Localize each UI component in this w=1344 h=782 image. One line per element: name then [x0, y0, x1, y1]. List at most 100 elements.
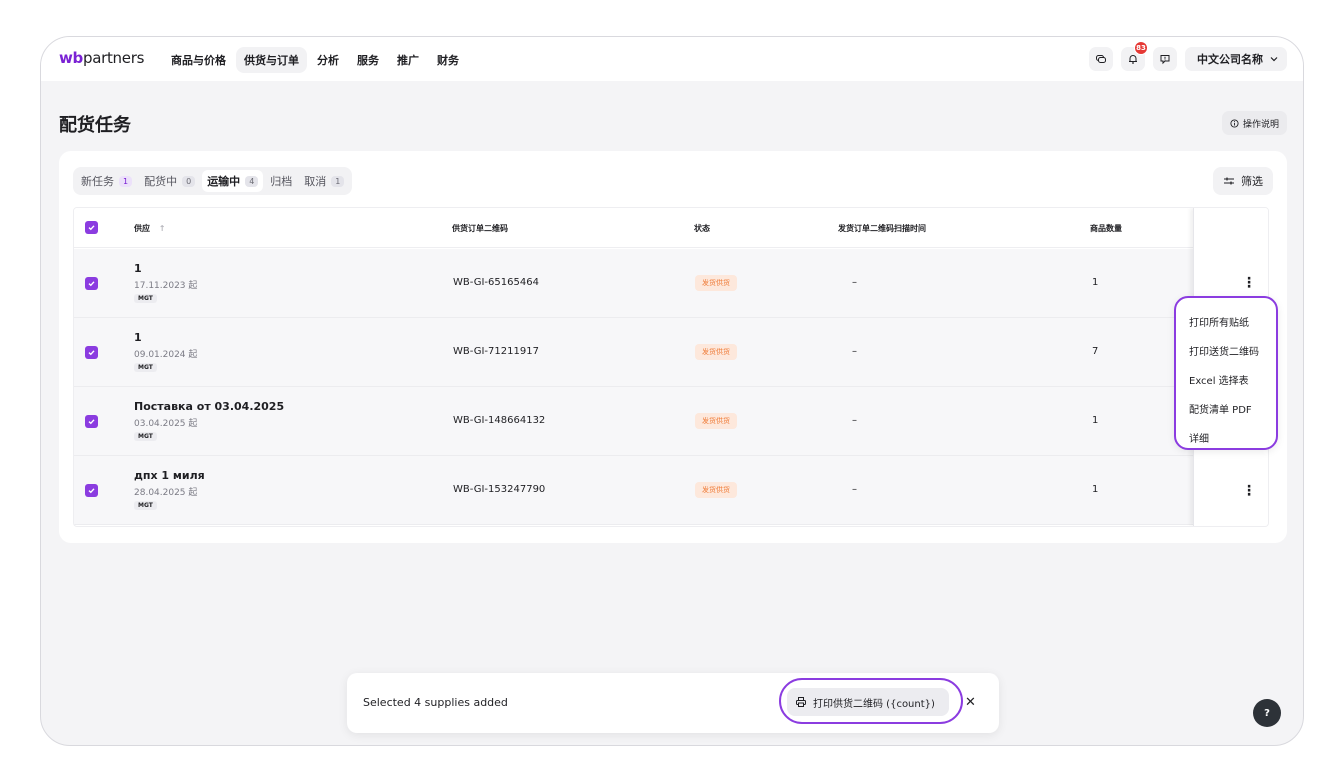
scan-time-cell: –	[852, 415, 857, 426]
help-button-label: 操作说明	[1242, 119, 1279, 130]
supply-tag: MGT	[134, 363, 157, 372]
tab-new[interactable]: 新任务 1	[76, 170, 137, 192]
wbpartners-logo[interactable]: wbpartners	[59, 49, 144, 67]
close-icon[interactable]: ✕	[965, 695, 976, 710]
row-actions-kebab-icon[interactable]: ⋮	[1241, 483, 1257, 499]
tasks-card: 新任务 1 配货中 0 运输中 4 归档 取消 1 筛选 供应 ↑ 供货订单二维…	[59, 151, 1287, 543]
qr-code-cell: WB-GI-153247790	[453, 484, 546, 495]
filter-label: 筛选	[1241, 175, 1263, 188]
sliders-icon	[1224, 177, 1234, 185]
row-checkbox[interactable]	[85, 346, 98, 359]
table-row[interactable]: Поставка от 03.04.2025 03.04.2025 起 MGT …	[74, 387, 1268, 456]
page-title: 配货任务	[59, 115, 131, 136]
status-badge: 发货供货	[695, 344, 737, 360]
toast-message: Selected 4 supplies added	[363, 696, 508, 709]
quantity-cell: 1	[1092, 277, 1099, 288]
supply-date: 09.01.2024 起	[134, 350, 198, 360]
company-selector[interactable]: 中文公司名称	[1185, 47, 1287, 71]
check-icon	[88, 419, 95, 425]
menu-item-print-all-stickers[interactable]: 打印所有贴纸	[1176, 307, 1276, 336]
check-icon	[88, 281, 95, 287]
row-checkbox[interactable]	[85, 415, 98, 428]
help-fab-button[interactable]: ?	[1253, 699, 1281, 727]
tab-cancelled[interactable]: 取消 1	[299, 170, 349, 192]
column-header-qty: 商品数量	[1090, 224, 1122, 233]
supply-date: 28.04.2025 起	[134, 488, 198, 498]
check-icon	[88, 488, 95, 494]
supply-tag: MGT	[134, 294, 157, 303]
filter-button[interactable]: 筛选	[1213, 167, 1273, 195]
column-header-supply[interactable]: 供应 ↑	[134, 223, 166, 234]
tab-in-transit[interactable]: 运输中 4	[202, 170, 264, 192]
tab-count: 1	[331, 175, 345, 187]
scan-time-cell: –	[852, 277, 857, 288]
supplies-table: 供应 ↑ 供货订单二维码 状态 发货订单二维码扫描时间 商品数量 1 17.11…	[73, 207, 1269, 527]
chat-button[interactable]	[1089, 47, 1113, 71]
company-name: 中文公司名称	[1197, 53, 1263, 66]
supply-cell: 1 09.01.2024 起 MGT	[134, 331, 197, 372]
menu-item-excel-sheet[interactable]: Excel 选择表	[1176, 365, 1276, 394]
select-all-checkbox[interactable]	[85, 221, 98, 234]
row-actions-kebab-icon[interactable]: ⋮	[1241, 275, 1257, 291]
chat-icon	[1096, 55, 1106, 63]
menu-item-picklist-pdf[interactable]: 配货清单 PDF	[1176, 394, 1276, 423]
supply-cell: дпх 1 миля 28.04.2025 起 MGT	[134, 469, 205, 510]
table-header: 供应 ↑ 供货订单二维码 状态 发货订单二维码扫描时间 商品数量	[74, 208, 1268, 248]
status-tabs: 新任务 1 配货中 0 运输中 4 归档 取消 1	[73, 167, 353, 195]
menu-item-print-delivery-qr[interactable]: 打印送货二维码	[1176, 336, 1276, 365]
column-header-qr: 供货订单二维码	[452, 224, 508, 233]
column-header-status: 状态	[694, 224, 710, 233]
table-row[interactable]: дпх 1 миля 28.04.2025 起 MGT WB-GI-153247…	[74, 456, 1268, 525]
scan-time-cell: –	[852, 484, 857, 495]
help-button[interactable]: 操作说明	[1221, 111, 1287, 135]
row-checkbox[interactable]	[85, 277, 98, 290]
feedback-button[interactable]	[1153, 47, 1177, 71]
row-checkbox[interactable]	[85, 484, 98, 497]
tab-assembling[interactable]: 配货中 0	[139, 170, 200, 192]
nav-item-promotion[interactable]: 推广	[389, 47, 427, 73]
nav-item-analytics[interactable]: 分析	[309, 47, 347, 73]
quantity-cell: 1	[1092, 484, 1099, 495]
tab-count: 4	[245, 175, 259, 187]
nav-item-products-prices[interactable]: 商品与价格	[163, 47, 234, 73]
supply-tag: MGT	[134, 432, 157, 441]
bell-icon	[1129, 55, 1137, 64]
status-badge: 发货供货	[695, 482, 737, 498]
top-navigation: wbpartners 商品与价格 供货与订单 分析 服务 推广 财务 83 中文…	[41, 37, 1303, 81]
table-row[interactable]: 1 17.11.2023 起 MGT WB-GI-65165464 发货供货 –…	[74, 249, 1268, 318]
supply-name: дпх 1 миля	[134, 469, 205, 482]
qr-code-cell: WB-GI-148664132	[453, 415, 546, 426]
qr-code-cell: WB-GI-71211917	[453, 346, 539, 357]
feedback-icon	[1160, 55, 1170, 65]
supply-cell: Поставка от 03.04.2025 03.04.2025 起 MGT	[134, 400, 284, 441]
qr-code-cell: WB-GI-65165464	[453, 277, 539, 288]
tab-count: 0	[182, 175, 196, 187]
column-header-scan-time: 发货订单二维码扫描时间	[838, 224, 926, 233]
print-qr-button-label: 打印供货二维码 ({count})	[813, 698, 935, 710]
tab-archive[interactable]: 归档	[265, 170, 297, 192]
header-actions: 83 中文公司名称	[1089, 41, 1287, 71]
supply-name: 1	[134, 331, 142, 344]
sort-arrow-up-icon: ↑	[158, 224, 166, 233]
main-menu: 商品与价格 供货与订单 分析 服务 推广 财务	[163, 47, 467, 73]
supply-name: 1	[134, 262, 142, 275]
check-icon	[88, 350, 95, 356]
quantity-cell: 7	[1092, 346, 1099, 357]
scan-time-cell: –	[852, 346, 857, 357]
supply-name: Поставка от 03.04.2025	[134, 400, 285, 413]
supply-cell: 1 17.11.2023 起 MGT	[134, 262, 197, 303]
nav-item-services[interactable]: 服务	[349, 47, 387, 73]
status-badge: 发货供货	[695, 275, 737, 291]
table-row[interactable]: 1 09.01.2024 起 MGT WB-GI-71211917 发货供货 –…	[74, 318, 1268, 387]
nav-item-supplies-orders[interactable]: 供货与订单	[236, 47, 307, 73]
supply-tag: MGT	[134, 501, 157, 510]
menu-item-details[interactable]: 详细	[1176, 423, 1276, 452]
supply-date: 17.11.2023 起	[134, 281, 198, 291]
app-window: wbpartners 商品与价格 供货与订单 分析 服务 推广 财务 83 中文…	[40, 36, 1304, 746]
print-qr-button[interactable]: 打印供货二维码 ({count})	[787, 688, 949, 716]
quantity-cell: 1	[1092, 415, 1099, 426]
notifications-button[interactable]: 83	[1121, 41, 1148, 71]
nav-item-finance[interactable]: 财务	[429, 47, 467, 73]
notification-badge: 83	[1134, 41, 1148, 55]
chevron-down-icon	[1270, 57, 1278, 62]
